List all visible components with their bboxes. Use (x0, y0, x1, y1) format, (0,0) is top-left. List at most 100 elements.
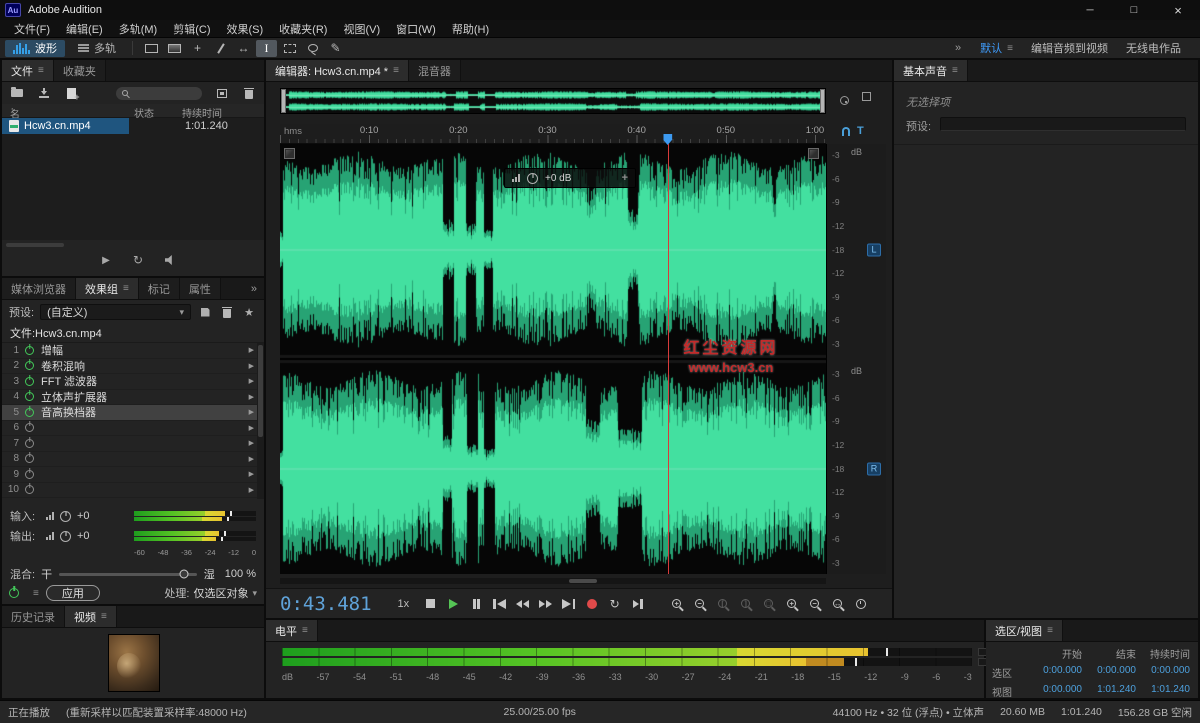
panel-menu-icon[interactable]: ≡ (393, 65, 399, 76)
slot-arrow-icon[interactable]: ▶ (249, 439, 254, 447)
slot-arrow-icon[interactable]: ▶ (249, 377, 254, 385)
panel-menu-icon[interactable]: ≡ (1007, 43, 1013, 54)
selection-start[interactable]: 0:00.000 (1028, 665, 1082, 680)
fast-forward-button[interactable] (534, 594, 557, 614)
paintbrush-selection-tool-icon[interactable]: ✎ (325, 40, 346, 57)
lasso-selection-tool-icon[interactable] (302, 40, 323, 57)
workspace-default[interactable]: 默认≡ (971, 40, 1022, 56)
workspace-edit-audio-to-video[interactable]: 编辑音频到视频 (1022, 40, 1117, 56)
power-icon[interactable] (25, 439, 34, 448)
effect-slot-5[interactable]: 5音高换档器▶ (2, 405, 264, 421)
save-preset-button[interactable] (197, 304, 213, 320)
channel-left-button[interactable]: L (867, 243, 881, 256)
effect-slot-6[interactable]: 6▶ (2, 421, 264, 437)
zoom-out-amplitude-button[interactable]: − (803, 594, 826, 614)
tab-selection-view[interactable]: 选区/视图 ≡ (986, 620, 1063, 641)
slot-arrow-icon[interactable]: ▶ (249, 470, 254, 478)
auto-play-button[interactable] (162, 252, 178, 268)
effects-scrollbar[interactable] (257, 343, 264, 499)
panel-menu-icon[interactable]: ≡ (101, 611, 107, 622)
volume-hud[interactable]: +0 dB + (504, 168, 636, 188)
razor-tool-icon[interactable] (210, 40, 231, 57)
import-file-button[interactable] (36, 85, 52, 101)
frame-icon[interactable] (862, 92, 871, 104)
crosshair-icon[interactable] (840, 96, 849, 108)
view-duration[interactable]: 1:01.240 (1136, 684, 1190, 699)
effect-slot-1[interactable]: 1增幅▶ (2, 343, 264, 359)
power-icon[interactable] (25, 377, 34, 386)
hud-drag-handle[interactable]: + (622, 172, 628, 184)
effect-slot-10[interactable]: 10▶ (2, 483, 264, 499)
multitrack-view-button[interactable]: 多轨 (70, 40, 124, 57)
insert-into-multitrack-button[interactable] (214, 85, 230, 101)
preview-play-button[interactable] (98, 252, 114, 268)
skip-selection-button[interactable] (626, 594, 649, 614)
slot-arrow-icon[interactable]: ▶ (249, 362, 254, 370)
slot-arrow-icon[interactable]: ▶ (249, 486, 254, 494)
tab-media-browser[interactable]: 媒体浏览器 (2, 278, 76, 299)
apply-button[interactable]: 应用 (46, 585, 100, 601)
zoom-in-button[interactable]: + (665, 594, 688, 614)
panel-menu-icon[interactable]: ≡ (38, 65, 44, 76)
column-name[interactable]: 名称 (10, 105, 15, 116)
overview-waveform[interactable] (286, 89, 820, 113)
panel-menu-icon[interactable]: ≡ (1047, 625, 1053, 636)
effect-slot-8[interactable]: 8▶ (2, 452, 264, 468)
slot-arrow-icon[interactable]: ▶ (249, 455, 254, 463)
power-icon[interactable] (25, 470, 34, 479)
menu-effects[interactable]: 效果(S) (219, 21, 272, 37)
spectral-display-icon[interactable] (164, 40, 185, 57)
playback-speed[interactable]: 1x (398, 598, 410, 610)
menu-window[interactable]: 窗口(W) (388, 21, 444, 37)
zoom-to-selection-button[interactable]: □ (757, 594, 780, 614)
effect-slot-9[interactable]: 9▶ (2, 467, 264, 483)
selection-end[interactable]: 0:00.000 (1082, 665, 1136, 680)
tab-levels[interactable]: 电平 ≡ (266, 620, 318, 641)
view-start[interactable]: 0:00.000 (1028, 684, 1082, 699)
mix-slider[interactable] (59, 573, 197, 576)
mix-slider-handle[interactable] (180, 570, 189, 579)
channel-right-button[interactable]: R (867, 462, 881, 475)
timeline-ruler[interactable]: hms 0:100:200:300:400:501:00 (280, 124, 826, 144)
tab-editor[interactable]: 编辑器: Hcw3.cn.mp4 * ≡ (266, 60, 409, 81)
power-icon[interactable] (25, 408, 34, 417)
workspace-overflow-chevron[interactable]: » (945, 42, 971, 54)
move-next-button[interactable] (557, 594, 580, 614)
delete-preset-button[interactable] (219, 304, 235, 320)
tab-files[interactable]: 文件 ≡ (2, 60, 54, 81)
selection-duration[interactable]: 0:00.000 (1136, 665, 1190, 680)
tab-properties[interactable]: 属性 (180, 278, 221, 299)
file-row[interactable]: Hcw3.cn.mp4 1:01.240 (2, 118, 264, 134)
input-gain-knob[interactable] (60, 511, 71, 522)
open-file-button[interactable] (9, 85, 25, 101)
timecode-icon[interactable]: T (857, 126, 864, 137)
move-tool-icon[interactable]: + (187, 40, 208, 57)
panel-menu-icon[interactable]: ≡ (123, 283, 129, 294)
favorite-preset-button[interactable] (241, 304, 257, 320)
pause-button[interactable] (465, 594, 488, 614)
editor-horizontal-scrollbar[interactable] (280, 578, 826, 584)
effect-slot-2[interactable]: 2卷积混响▶ (2, 359, 264, 375)
slot-arrow-icon[interactable]: ▶ (249, 393, 254, 401)
tab-history[interactable]: 历史记录 (2, 606, 65, 627)
power-icon[interactable] (25, 361, 34, 370)
process-value[interactable]: 仅选区对象 (193, 585, 248, 601)
play-button[interactable] (442, 594, 465, 614)
rewind-button[interactable] (511, 594, 534, 614)
close-button[interactable] (1156, 0, 1200, 20)
volume-knob[interactable] (527, 173, 538, 184)
effect-slot-3[interactable]: 3FFT 滤波器▶ (2, 374, 264, 390)
snap-magnet-icon[interactable] (842, 127, 850, 136)
menu-clip[interactable]: 剪辑(C) (165, 21, 218, 37)
record-button[interactable] (580, 594, 603, 614)
menu-favorites[interactable]: 收藏夹(R) (271, 21, 335, 37)
menu-file[interactable]: 文件(F) (6, 21, 58, 37)
new-file-button[interactable] (63, 85, 79, 101)
maximize-button[interactable] (1112, 0, 1156, 20)
fade-out-handle[interactable] (808, 148, 819, 159)
menu-multitrack[interactable]: 多轨(M) (111, 21, 166, 37)
slot-arrow-icon[interactable]: ▶ (249, 346, 254, 354)
panel-menu-icon[interactable]: ≡ (952, 65, 958, 76)
tab-essential-sound[interactable]: 基本声音 ≡ (894, 60, 968, 81)
menu-help[interactable]: 帮助(H) (444, 21, 497, 37)
